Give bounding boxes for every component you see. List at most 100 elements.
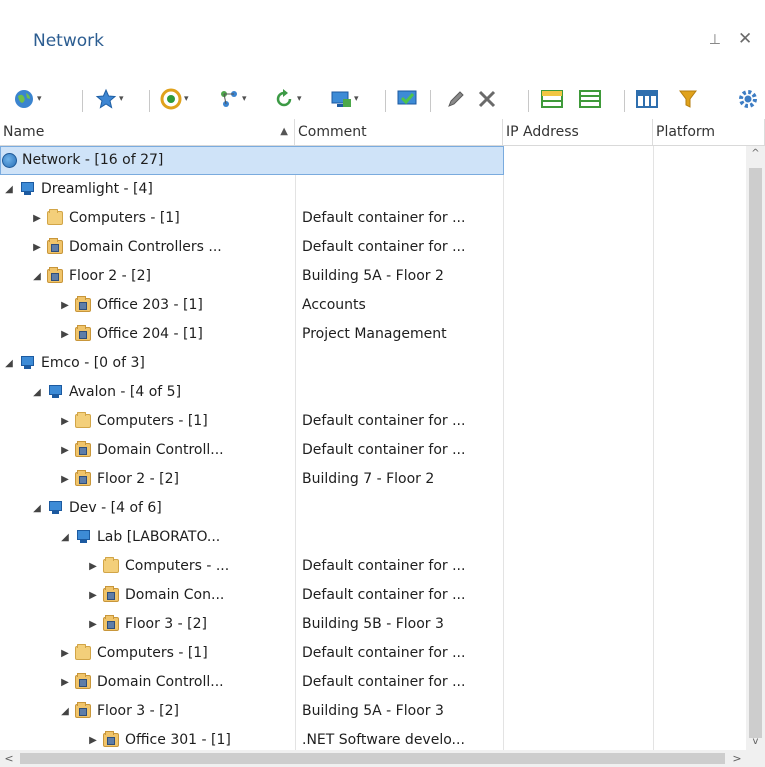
- tree-item-name[interactable]: Domain Controll...: [97, 436, 224, 465]
- expand-arrow-icon[interactable]: ▶: [59, 320, 71, 349]
- column-header-ip-address[interactable]: IP Address: [503, 119, 653, 145]
- expand-arrow-icon[interactable]: ▶: [59, 639, 71, 668]
- tree-item-name[interactable]: Emco - [0 of 3]: [41, 349, 145, 378]
- vertical-scroll-thumb[interactable]: [749, 168, 762, 738]
- tree-row[interactable]: ▶ Computers - [1] Default container for ..…: [0, 639, 746, 668]
- tree-item-name[interactable]: Network - [16 of 27]: [22, 146, 163, 175]
- tree-row[interactable]: ◢ Dreamlight - [4]: [0, 175, 746, 204]
- edit-button[interactable]: [445, 82, 467, 116]
- tree-item-name[interactable]: Lab [LABORATO...: [97, 523, 220, 552]
- expand-arrow-icon[interactable]: ▶: [87, 581, 99, 610]
- organizational-unit-icon: [47, 238, 63, 254]
- tree-item-name[interactable]: Floor 3 - [2]: [125, 610, 207, 639]
- columns-icon: [636, 90, 658, 108]
- expand-arrow-icon[interactable]: ▶: [87, 726, 99, 750]
- collapse-arrow-icon[interactable]: ◢: [3, 175, 15, 204]
- column-header-name[interactable]: Name ▲: [0, 119, 295, 145]
- expand-arrow-icon[interactable]: ▶: [59, 291, 71, 320]
- scroll-up-icon[interactable]: ^: [746, 146, 765, 162]
- tree-row[interactable]: ▶ Computers - [1] Default container for ..…: [0, 407, 746, 436]
- tree-row[interactable]: ◢ Floor 2 - [2] Building 5A - Floor 2: [0, 262, 746, 291]
- columns-button[interactable]: [635, 82, 659, 116]
- add-computer-button[interactable]: ▾: [330, 82, 359, 116]
- tree-row[interactable]: ▶ Floor 2 - [2] Building 7 - Floor 2: [0, 465, 746, 494]
- expand-arrow-icon[interactable]: ▶: [59, 407, 71, 436]
- tree-item-name[interactable]: Computers - [1]: [69, 204, 180, 233]
- tree-row[interactable]: ◢ Emco - [0 of 3]: [0, 349, 746, 378]
- horizontal-scroll-thumb[interactable]: [20, 753, 725, 764]
- refresh-button[interactable]: ▾: [273, 82, 302, 116]
- tree-row[interactable]: ▶ Office 203 - [1] Accounts: [0, 291, 746, 320]
- group-button[interactable]: [540, 82, 564, 116]
- favorites-button[interactable]: ▾: [95, 82, 124, 116]
- tree-row[interactable]: ▶ Floor 3 - [2] Building 5B - Floor 3: [0, 610, 746, 639]
- expand-arrow-icon[interactable]: ▶: [87, 610, 99, 639]
- tree-row[interactable]: ▶ Office 301 - [1] .NET Software develo...: [0, 726, 746, 750]
- vertical-scrollbar[interactable]: ^ v: [746, 146, 765, 750]
- scan-icon: [160, 88, 182, 110]
- tree-item-comment: [302, 378, 500, 407]
- tree-item-name[interactable]: Floor 2 - [2]: [97, 465, 179, 494]
- tree-row[interactable]: ◢ Dev - [4 of 6]: [0, 494, 746, 523]
- scan-button[interactable]: ▾: [160, 82, 189, 116]
- tree-row[interactable]: ▶ Computers - [1] Default container for ..…: [0, 204, 746, 233]
- network-scope-button[interactable]: ▾: [13, 82, 42, 116]
- scroll-down-icon[interactable]: v: [746, 734, 765, 750]
- discover-button[interactable]: ▾: [218, 82, 247, 116]
- column-header-comment[interactable]: Comment: [295, 119, 503, 145]
- expand-arrow-icon[interactable]: ▶: [31, 204, 43, 233]
- collapse-arrow-icon[interactable]: ◢: [59, 523, 71, 552]
- expand-arrow-icon[interactable]: ▶: [31, 233, 43, 262]
- expand-arrow-icon[interactable]: ▶: [59, 668, 71, 697]
- settings-button[interactable]: [737, 82, 759, 116]
- tree-row[interactable]: ▶ Computers - ... Default container for ..…: [0, 552, 746, 581]
- scroll-left-icon[interactable]: <: [0, 750, 18, 767]
- collapse-arrow-icon[interactable]: ◢: [31, 262, 43, 291]
- tree-item-name[interactable]: Avalon - [4 of 5]: [69, 378, 181, 407]
- expand-arrow-icon[interactable]: ▶: [59, 436, 71, 465]
- list-view-button[interactable]: [578, 82, 602, 116]
- column-header-label: Platform: [656, 124, 716, 140]
- tree-row[interactable]: ▶ Domain Con... Default container for ...: [0, 581, 746, 610]
- expand-arrow-icon[interactable]: ▶: [87, 552, 99, 581]
- collapse-arrow-icon[interactable]: ◢: [31, 494, 43, 523]
- tree-item-name[interactable]: Domain Controllers ...: [69, 233, 222, 262]
- collapse-arrow-icon[interactable]: ◢: [31, 378, 43, 407]
- organizational-unit-icon: [75, 702, 91, 718]
- tree-item-comment: [302, 494, 500, 523]
- tree-row[interactable]: ◢ Avalon - [4 of 5]: [0, 378, 746, 407]
- tree-item-name[interactable]: Domain Controll...: [97, 668, 224, 697]
- collapse-arrow-icon[interactable]: ◢: [59, 697, 71, 726]
- tree-row[interactable]: ◢ Lab [LABORATO...: [0, 523, 746, 552]
- column-header-platform[interactable]: Platform: [653, 119, 765, 145]
- network-tree-grid: Network - [16 of 27] ◢ Dreamlight - [4] ▶ Co…: [0, 146, 746, 750]
- check-button[interactable]: [395, 82, 419, 116]
- tree-item-name[interactable]: Floor 2 - [2]: [69, 262, 151, 291]
- tree-row[interactable]: ▶ Office 204 - [1] Project Management: [0, 320, 746, 349]
- close-icon[interactable]: ✕: [738, 29, 752, 49]
- tree-item-name[interactable]: Office 204 - [1]: [97, 320, 203, 349]
- collapse-arrow-icon[interactable]: ◢: [3, 349, 15, 378]
- tree-row[interactable]: ▶ Domain Controll... Default container for…: [0, 436, 746, 465]
- tree-item-comment: Building 5B - Floor 3: [302, 616, 444, 632]
- horizontal-scrollbar[interactable]: < >: [0, 750, 746, 767]
- delete-button[interactable]: [476, 82, 498, 116]
- filter-button[interactable]: [677, 82, 699, 116]
- tree-row[interactable]: ▶ Domain Controllers ... Default container…: [0, 233, 746, 262]
- tree-item-name[interactable]: Computers - [1]: [97, 639, 208, 668]
- pin-icon[interactable]: ⊣: [706, 33, 722, 45]
- tree-item-name[interactable]: Computers - ...: [125, 552, 229, 581]
- tree-item-name[interactable]: Floor 3 - [2]: [97, 697, 179, 726]
- scroll-right-icon[interactable]: >: [728, 750, 746, 767]
- tree-item-name[interactable]: Office 203 - [1]: [97, 291, 203, 320]
- tree-item-name[interactable]: Office 301 - [1]: [125, 726, 231, 750]
- tree-item-name[interactable]: Dreamlight - [4]: [41, 175, 153, 204]
- expand-arrow-icon[interactable]: ▶: [59, 465, 71, 494]
- tree-item-name[interactable]: Dev - [4 of 6]: [69, 494, 162, 523]
- tree-item-name[interactable]: Computers - [1]: [97, 407, 208, 436]
- tree-item-name[interactable]: Domain Con...: [125, 581, 224, 610]
- folder-icon: [47, 209, 63, 225]
- tree-row[interactable]: Network - [16 of 27]: [0, 146, 746, 175]
- tree-row[interactable]: ◢ Floor 3 - [2] Building 5A - Floor 3: [0, 697, 746, 726]
- tree-row[interactable]: ▶ Domain Controll... Default container for…: [0, 668, 746, 697]
